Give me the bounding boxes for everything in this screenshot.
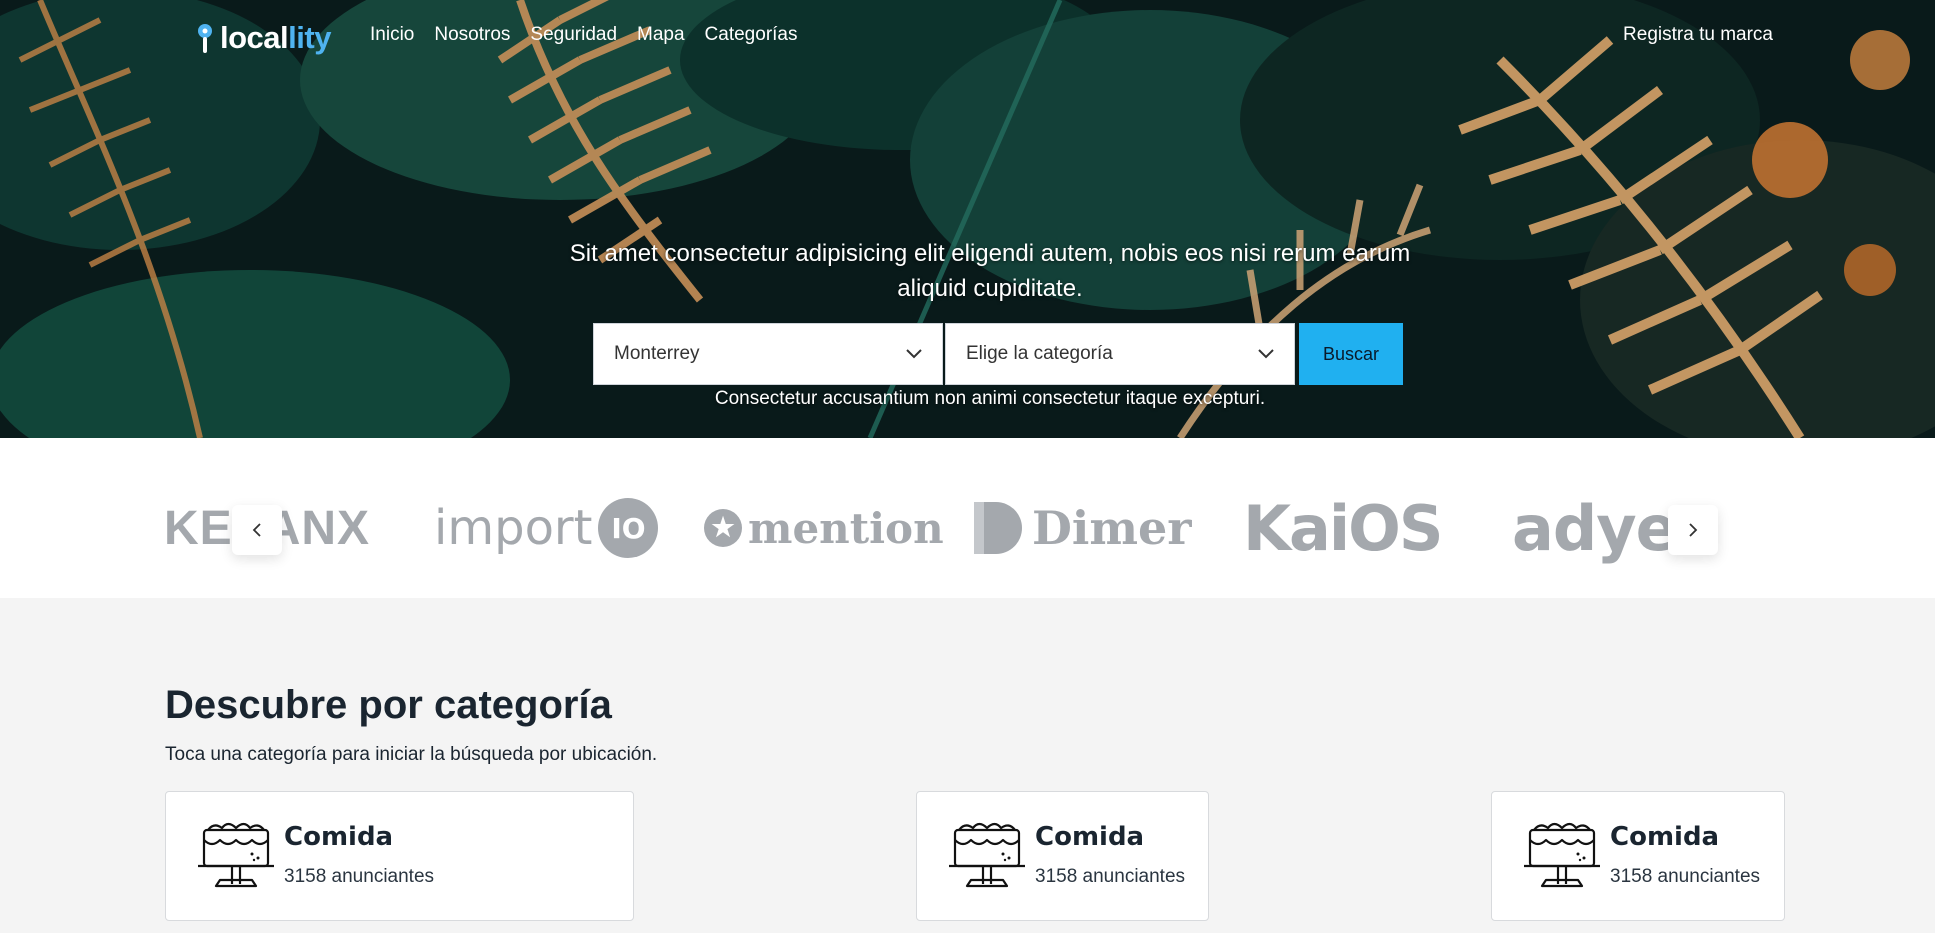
- category-count: 3158 anunciantes: [1035, 866, 1186, 887]
- category-card[interactable]: Comida 3158 anunciantes: [1491, 791, 1785, 921]
- cake-icon: [949, 822, 1025, 888]
- chevron-down-icon: [906, 349, 922, 359]
- search-button[interactable]: Buscar: [1299, 323, 1403, 385]
- partner-logo-mention: ★ mention: [704, 498, 944, 558]
- star-icon: ★: [704, 509, 742, 547]
- categories-subtitle: Toca una categoría para iniciar la búsqu…: [165, 744, 658, 765]
- main-nav: Inicio Nosotros Seguridad Mapa Categoría…: [370, 24, 798, 46]
- partner-logo-import-io: import IO: [434, 498, 659, 558]
- hero-tagline: Sit amet consectetur adipisicing elit el…: [569, 240, 1411, 302]
- category-card[interactable]: Comida 3158 anunciantes: [916, 791, 1209, 921]
- dimer-mark-icon: [974, 502, 1022, 554]
- category-name: Comida: [284, 822, 394, 852]
- categories-heading: Descubre por categoría: [165, 683, 612, 727]
- search-bar: Monterrey Elige la categoría Buscar: [593, 323, 1403, 385]
- map-pin-icon: [198, 24, 212, 53]
- carousel-prev-button[interactable]: [232, 505, 282, 555]
- location-select-value: Monterrey: [614, 343, 700, 364]
- hero-subtext: Consectetur accusantium non animi consec…: [714, 388, 1266, 409]
- category-count: 3158 anunciantes: [284, 866, 435, 887]
- category-name: Comida: [1035, 822, 1145, 852]
- nav-link-seguridad[interactable]: Seguridad: [530, 24, 617, 46]
- nav-link-mapa[interactable]: Mapa: [637, 24, 685, 46]
- chevron-down-icon: [1258, 349, 1274, 359]
- hero-section: locallity Inicio Nosotros Seguridad Mapa…: [0, 0, 1935, 438]
- register-brand-link[interactable]: Registra tu marca: [1623, 24, 1773, 46]
- category-select-value: Elige la categoría: [966, 343, 1113, 364]
- partner-logos-strip: KEXANX importIO ★mention Dimer KaiOS ady…: [0, 438, 1935, 598]
- chevron-right-icon: [1689, 523, 1698, 537]
- nav-link-nosotros[interactable]: Nosotros: [434, 24, 510, 46]
- cake-icon: [198, 822, 274, 888]
- chevron-left-icon: [252, 523, 261, 537]
- category-count: 3158 anunciantes: [1610, 866, 1761, 887]
- category-select[interactable]: Elige la categoría: [945, 323, 1295, 385]
- cake-icon: [1524, 822, 1600, 888]
- carousel-next-button[interactable]: [1668, 505, 1718, 555]
- nav-link-inicio[interactable]: Inicio: [370, 24, 414, 46]
- partner-logo-dimer: Dimer: [974, 498, 1192, 558]
- location-select[interactable]: Monterrey: [593, 323, 943, 385]
- category-card[interactable]: Comida 3158 anunciantes: [165, 791, 634, 921]
- nav-link-categorias[interactable]: Categorías: [705, 24, 798, 46]
- top-navbar: locallity Inicio Nosotros Seguridad Mapa…: [0, 0, 1935, 72]
- logo-text: locallity: [220, 20, 331, 55]
- locality-logo[interactable]: locallity: [196, 18, 331, 58]
- category-name: Comida: [1610, 822, 1720, 852]
- partner-logo-kaios: KaiOS: [1243, 491, 1443, 565]
